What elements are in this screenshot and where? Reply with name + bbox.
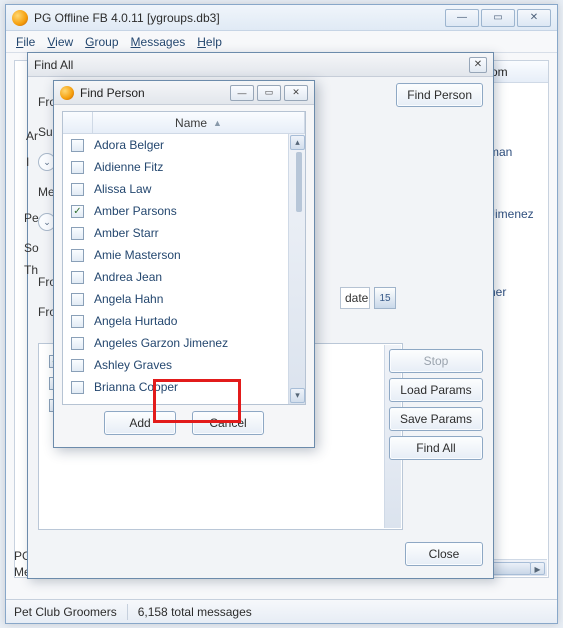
column-checkbox[interactable]	[63, 112, 93, 133]
app-icon	[12, 10, 28, 26]
status-separator	[127, 604, 128, 620]
label-subject: Su	[38, 117, 53, 147]
person-list-scrollbar[interactable]: ▴ ▾	[288, 134, 305, 404]
person-checkbox[interactable]	[71, 139, 84, 152]
person-checkbox[interactable]	[71, 359, 84, 372]
person-row[interactable]: ✓ Amber Parsons	[63, 200, 288, 222]
person-row[interactable]: Angeles Garzon Jimenez	[63, 332, 288, 354]
fp-close-button[interactable]: ✕	[284, 85, 308, 101]
person-row[interactable]: Alissa Law	[63, 178, 288, 200]
find-all-titlebar[interactable]: Find All ✕	[28, 53, 493, 77]
list-item[interactable]: Jimenez	[489, 207, 534, 221]
find-person-title: Find Person	[80, 86, 145, 100]
person-list: Name ▲ Adora Belger Aidienne Fitz Alissa L…	[62, 111, 306, 405]
person-checkbox[interactable]	[71, 227, 84, 240]
close-window-button[interactable]: ✕	[517, 9, 551, 27]
person-name: Aidienne Fitz	[94, 160, 163, 174]
person-row[interactable]: Aidienne Fitz	[63, 156, 288, 178]
menubar: File View Group Messages Help	[6, 31, 557, 53]
person-row[interactable]: Adora Belger	[63, 134, 288, 156]
cancel-button[interactable]: Cancel	[192, 411, 264, 435]
person-checkbox[interactable]	[71, 315, 84, 328]
menu-file[interactable]: File	[16, 35, 35, 49]
calendar-icon[interactable]: 15	[374, 287, 396, 309]
label-in: I	[26, 147, 29, 177]
maximize-button[interactable]: ▭	[481, 9, 515, 27]
person-name: Angela Hurtado	[94, 314, 177, 328]
person-name: Angela Hahn	[94, 292, 163, 306]
scroll-down-icon[interactable]: ▾	[290, 388, 305, 403]
fp-minimize-button[interactable]: —	[230, 85, 254, 101]
statusbar: Pet Club Groomers 6,158 total messages	[6, 599, 557, 623]
scroll-right-icon[interactable]: ▸	[530, 562, 545, 575]
person-checkbox[interactable]: ✓	[71, 205, 84, 218]
person-row[interactable]: Amie Masterson	[63, 244, 288, 266]
fp-maximize-button[interactable]: ▭	[257, 85, 281, 101]
person-row[interactable]: Angela Hahn	[63, 288, 288, 310]
person-row[interactable]: Brianna Cooper	[63, 376, 288, 398]
menu-help[interactable]: Help	[197, 35, 222, 49]
find-person-dialog: Find Person — ▭ ✕ Name ▲ Adora Belger Aid…	[53, 80, 315, 448]
status-count: 6,158 total messages	[138, 605, 252, 619]
label-pe: Pe	[24, 203, 39, 233]
menu-group[interactable]: Group	[85, 35, 118, 49]
sort-asc-icon: ▲	[213, 118, 222, 128]
status-group: Pet Club Groomers	[14, 605, 117, 619]
save-params-button[interactable]: Save Params	[389, 407, 483, 431]
person-name: Amie Masterson	[94, 248, 181, 262]
person-checkbox[interactable]	[71, 271, 84, 284]
menu-view[interactable]: View	[47, 35, 73, 49]
person-name: Ashley Graves	[94, 358, 172, 372]
find-all-close-button[interactable]: ✕	[469, 57, 487, 73]
person-name: Adora Belger	[94, 138, 164, 152]
find-all-title: Find All	[34, 58, 73, 72]
close-button[interactable]: Close	[405, 542, 483, 566]
menu-messages[interactable]: Messages	[131, 35, 186, 49]
scroll-up-icon[interactable]: ▴	[290, 135, 305, 150]
scrollbar-thumb[interactable]	[296, 152, 302, 212]
person-row[interactable]: Andrea Jean	[63, 266, 288, 288]
load-params-button[interactable]: Load Params	[389, 378, 483, 402]
person-checkbox[interactable]	[71, 293, 84, 306]
to-date-input[interactable]: date	[340, 287, 370, 309]
find-person-button[interactable]: Find Person	[396, 83, 483, 107]
person-list-header[interactable]: Name ▲	[63, 112, 305, 134]
person-row[interactable]: Amber Starr	[63, 222, 288, 244]
person-name: Angeles Garzon Jimenez	[94, 336, 228, 350]
find-all-button[interactable]: Find All	[389, 436, 483, 460]
dialog-icon	[60, 86, 74, 100]
person-checkbox[interactable]	[71, 183, 84, 196]
minimize-button[interactable]: —	[445, 9, 479, 27]
find-person-titlebar[interactable]: Find Person — ▭ ✕	[54, 81, 314, 105]
stop-button[interactable]: Stop	[389, 349, 483, 373]
person-name: Amber Starr	[94, 226, 159, 240]
window-title: PG Offline FB 4.0.11 [ygroups.db3]	[34, 11, 220, 25]
person-checkbox[interactable]	[71, 337, 84, 350]
person-name: Alissa Law	[94, 182, 151, 196]
person-name: Brianna Cooper	[94, 380, 178, 394]
person-checkbox[interactable]	[71, 249, 84, 262]
column-name[interactable]: Name ▲	[93, 112, 305, 133]
person-row[interactable]: Angela Hurtado	[63, 310, 288, 332]
label-th: Th	[24, 255, 38, 285]
person-row[interactable]: Ashley Graves	[63, 354, 288, 376]
person-checkbox[interactable]	[71, 161, 84, 174]
person-checkbox[interactable]	[71, 381, 84, 394]
titlebar[interactable]: PG Offline FB 4.0.11 [ygroups.db3] — ▭ ✕	[6, 5, 557, 31]
person-name: Andrea Jean	[94, 270, 162, 284]
person-name: Amber Parsons	[94, 204, 177, 218]
add-button[interactable]: Add	[104, 411, 176, 435]
